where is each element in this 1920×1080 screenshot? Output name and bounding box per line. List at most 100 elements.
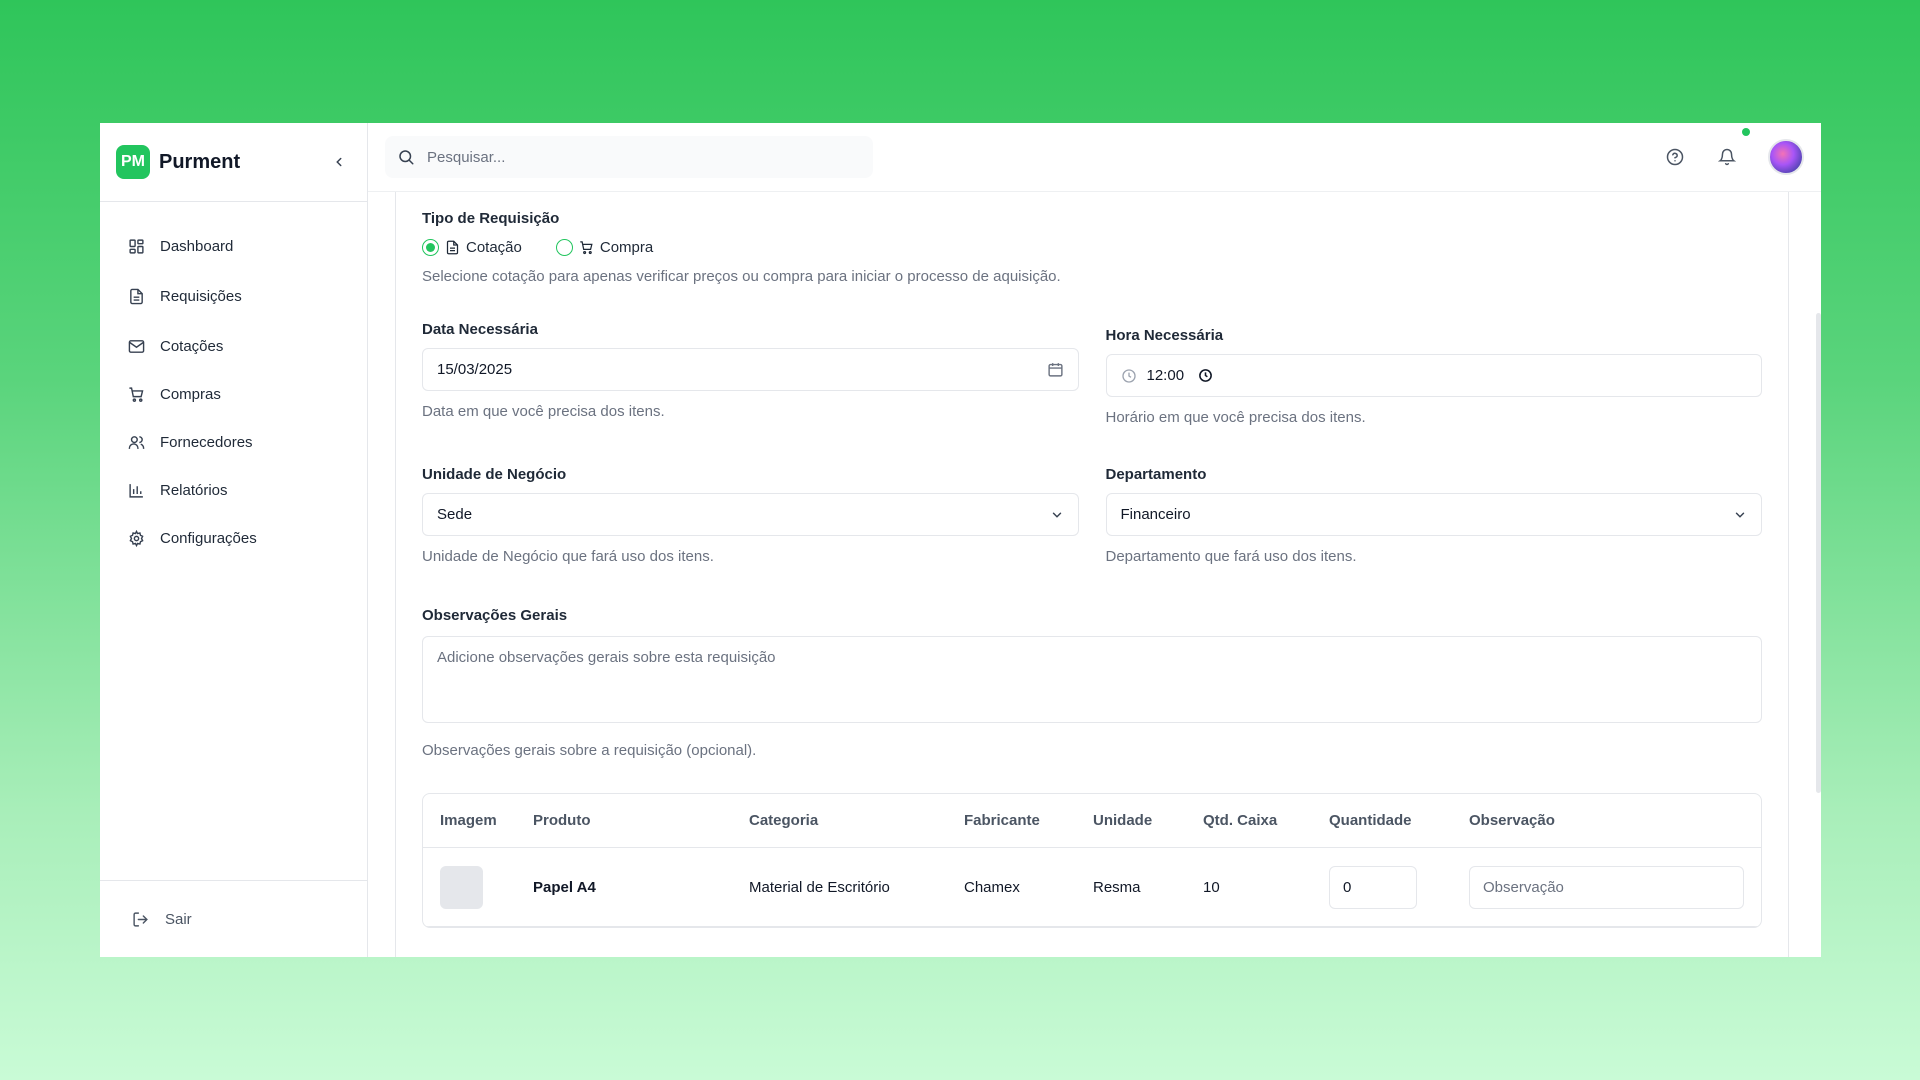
notification-dot	[1742, 128, 1750, 136]
sidebar-item-label: Configurações	[160, 529, 257, 547]
departamento-label: Departamento	[1105, 466, 1207, 483]
sidebar-item-label: Cotações	[160, 337, 224, 355]
departamento-select[interactable]: Financeiro	[1105, 493, 1762, 536]
header-observacao: Observação	[1469, 812, 1555, 829]
cell-categoria: Material de Escritório	[749, 878, 890, 896]
brand-name: Purment	[159, 150, 241, 173]
search-box	[385, 136, 873, 178]
sidebar-item-label: Requisições	[160, 287, 242, 305]
data-label: Data Necessária	[422, 321, 538, 338]
sidebar-item-label: Fornecedores	[160, 433, 253, 451]
observacoes-section: Observações Gerais Observações gerais so…	[422, 607, 1762, 759]
header-fabricante: Fabricante	[964, 812, 1040, 829]
app-window: PM Purment Dashboard Requisições Cotaçõe…	[100, 123, 1821, 957]
logo-badge: PM	[116, 145, 150, 179]
sidebar-item-label: Relatórios	[160, 481, 228, 499]
unidade-select[interactable]: Sede	[422, 493, 1079, 536]
table-header: Imagem Produto Categoria Fabricante Unid…	[423, 794, 1761, 848]
data-field[interactable]: 15/03/2025	[422, 348, 1079, 391]
departamento-column: Departamento Financeiro Departamento que…	[1105, 466, 1762, 565]
gear-icon	[129, 529, 144, 547]
cell-unidade: Resma	[1093, 878, 1141, 896]
sidebar-item-fornecedores[interactable]: Fornecedores	[100, 418, 367, 466]
tipo-label: Tipo de Requisição	[422, 210, 560, 227]
search-input[interactable]	[427, 148, 847, 166]
sidebar-item-label: Compras	[160, 385, 221, 403]
hora-field[interactable]: 12:00	[1105, 354, 1762, 397]
radio-cotacao-label: Cotação	[466, 239, 522, 256]
radio-cotacao-indicator[interactable]	[422, 239, 439, 256]
clock-picker-icon[interactable]	[1198, 368, 1213, 383]
data-help: Data em que você precisa dos itens.	[422, 403, 665, 420]
help-button[interactable]	[1664, 146, 1686, 168]
cell-produto: Papel A4	[533, 878, 596, 896]
observacoes-label: Observações Gerais	[422, 607, 568, 624]
unit-dept-row: Unidade de Negócio Sede Unidade de Negóc…	[422, 466, 1762, 565]
radio-compra-label: Compra	[599, 239, 654, 256]
items-table: Imagem Produto Categoria Fabricante Unid…	[422, 793, 1762, 928]
search-icon	[399, 150, 414, 165]
hora-column: Hora Necessária 12:00 Horário em que voc…	[1105, 321, 1762, 426]
dashboard-grid-icon	[129, 238, 144, 254]
user-avatar[interactable]	[1768, 139, 1804, 175]
departamento-value: Financeiro	[1120, 506, 1191, 523]
data-column: Data Necessária 15/03/2025 Data em que v…	[422, 321, 1079, 426]
brand-header: PM Purment	[100, 123, 367, 202]
header-quantidade: Quantidade	[1329, 812, 1412, 829]
quantidade-input[interactable]	[1329, 865, 1417, 909]
radio-cotacao[interactable]: Cotação	[422, 239, 522, 256]
sidebar: PM Purment Dashboard Requisições Cotaçõe…	[100, 123, 368, 957]
sidebar-item-cotacoes[interactable]: Cotações	[100, 322, 367, 370]
cart-icon	[129, 386, 144, 402]
sidebar-nav: Dashboard Requisições Cotações Compras F…	[100, 202, 367, 562]
header-categoria: Categoria	[749, 812, 819, 829]
radio-compra[interactable]: Compra	[555, 239, 654, 256]
unidade-label: Unidade de Negócio	[422, 466, 567, 483]
help-circle-icon	[1666, 148, 1684, 166]
tipo-radio-group: Cotação Compra	[422, 239, 1762, 256]
sidebar-item-label: Dashboard	[160, 237, 234, 255]
top-actions	[1664, 128, 1804, 175]
cart-icon	[580, 241, 593, 255]
observacao-input[interactable]	[1469, 865, 1744, 909]
departamento-help: Departamento que fará uso dos itens.	[1105, 548, 1357, 565]
users-icon	[128, 435, 145, 449]
tipo-help: Selecione cotação para apenas verificar …	[422, 268, 1061, 285]
file-text-icon	[130, 288, 143, 304]
unidade-column: Unidade de Negócio Sede Unidade de Negóc…	[422, 466, 1079, 565]
chevron-down-icon	[1735, 512, 1745, 518]
scrollbar[interactable]	[1816, 313, 1821, 793]
cell-fabricante: Chamex	[964, 878, 1020, 896]
sidebar-item-configuracoes[interactable]: Configurações	[100, 514, 367, 562]
sidebar-item-requisicoes[interactable]: Requisições	[100, 270, 367, 322]
file-text-icon	[446, 240, 459, 255]
mail-icon	[128, 339, 145, 353]
calendar-icon	[1047, 363, 1063, 377]
unidade-help: Unidade de Negócio que fará uso dos iten…	[422, 548, 714, 565]
cell-qtd-caixa: 10	[1203, 878, 1220, 896]
clock-icon	[1121, 368, 1136, 383]
header-imagem: Imagem	[440, 812, 497, 829]
logout-button[interactable]: Sair	[100, 880, 367, 957]
sidebar-item-dashboard[interactable]: Dashboard	[100, 222, 367, 270]
unidade-value: Sede	[437, 506, 473, 523]
sidebar-item-compras[interactable]: Compras	[100, 370, 367, 418]
observacoes-help: Observações gerais sobre a requisição (o…	[422, 742, 757, 759]
hora-label: Hora Necessária	[1105, 327, 1224, 344]
header-produto: Produto	[533, 812, 591, 829]
header-unidade: Unidade	[1093, 812, 1153, 829]
sidebar-item-relatorios[interactable]: Relatórios	[100, 466, 367, 514]
logout-icon	[133, 911, 148, 927]
product-thumbnail	[440, 865, 483, 909]
hora-value: 12:00	[1146, 367, 1185, 384]
notifications-button[interactable]	[1716, 128, 1750, 168]
table-row: Papel A4 Material de Escritório Chamex R…	[423, 848, 1761, 927]
collapse-sidebar-button[interactable]	[327, 150, 351, 174]
radio-compra-indicator[interactable]	[555, 239, 573, 256]
bell-icon	[1718, 148, 1736, 166]
hora-help: Horário em que você precisa dos itens.	[1105, 409, 1366, 426]
data-value: 15/03/2025	[437, 361, 513, 378]
chevron-down-icon	[1052, 512, 1061, 518]
main-area: Tipo de Requisição Cotação Compra Seleci…	[368, 123, 1821, 957]
observacoes-textarea[interactable]	[422, 636, 1762, 723]
